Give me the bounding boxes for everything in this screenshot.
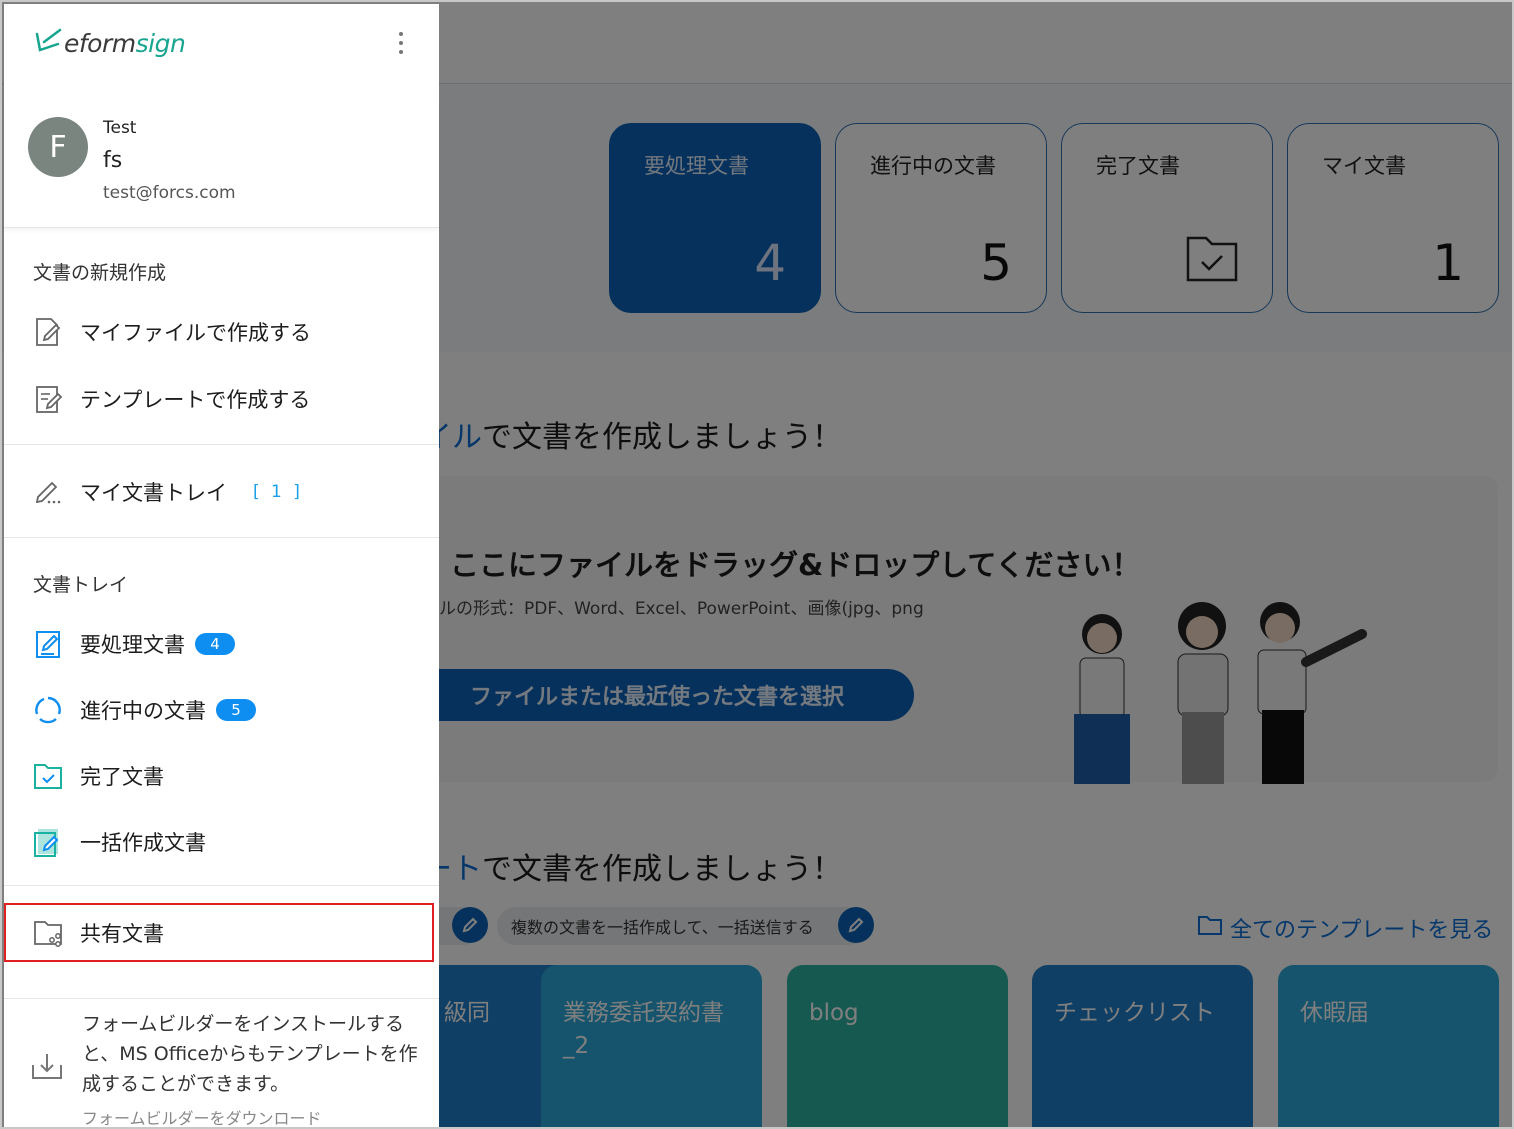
menu-label: 一括作成文書 <box>80 831 206 855</box>
count-badge: 5 <box>216 699 256 721</box>
menu-label: 進行中の文書 <box>80 699 206 723</box>
menu-action-required[interactable]: 要処理文書 4 <box>28 624 235 664</box>
bulk-create-icon <box>28 822 68 862</box>
menu-create-from-my-file[interactable]: マイファイルで作成する <box>28 312 311 352</box>
form-builder-promo: フォームビルダーをインストールすると、MS Officeからもテンプレートを作成… <box>4 998 439 1127</box>
company-name: Test <box>103 118 137 138</box>
action-required-icon <box>28 624 68 664</box>
menu-in-progress[interactable]: 進行中の文書 5 <box>28 690 256 730</box>
shared-docs-highlight <box>4 903 434 962</box>
count-badge: 4 <box>195 633 235 655</box>
more-menu-icon[interactable] <box>396 32 406 58</box>
menu-label: テンプレートで作成する <box>80 388 311 412</box>
form-builder-download-link[interactable]: フォームビルダーをダウンロード <box>82 1105 322 1127</box>
form-builder-text: フォームビルダーをインストールすると、MS Officeからもテンプレートを作成… <box>82 1013 418 1095</box>
divider <box>4 444 439 445</box>
logo-text-eform: eform <box>64 28 136 58</box>
menu-bulk-created[interactable]: 一括作成文書 <box>28 822 206 862</box>
menu-completed[interactable]: 完了文書 <box>28 756 164 796</box>
user-profile: F Test fs test@forcs.com <box>4 100 439 228</box>
menu-label: マイ文書トレイ <box>80 481 227 505</box>
menu-label: 完了文書 <box>80 765 164 789</box>
pencil-dots-icon <box>28 472 68 512</box>
avatar[interactable]: F <box>28 117 88 177</box>
my-file-edit-icon <box>28 312 68 352</box>
completed-folder-icon <box>28 756 68 796</box>
logo-mark-icon <box>34 28 62 58</box>
in-progress-icon <box>28 690 68 730</box>
download-icon <box>30 1051 64 1085</box>
divider <box>4 885 439 886</box>
app-window: 要処理文書 4 進行中の文書 5 完了文書 マイ文書 1 イルで文書を作成しまし… <box>0 0 1514 1129</box>
eformsign-logo[interactable]: eformsign <box>34 28 186 58</box>
user-name: fs <box>103 148 123 173</box>
menu-my-doc-tray[interactable]: マイ文書トレイ [ 1 ] <box>28 472 303 512</box>
user-email: test@forcs.com <box>103 183 236 203</box>
doc-tray-section-title: 文書トレイ <box>33 574 129 596</box>
menu-label: マイファイルで作成する <box>80 321 311 345</box>
menu-create-from-template[interactable]: テンプレートで作成する <box>28 379 310 419</box>
menu-label: 要処理文書 <box>80 633 185 657</box>
template-edit-icon <box>28 379 68 419</box>
new-doc-section-title: 文書の新規作成 <box>33 262 167 284</box>
divider <box>4 537 439 538</box>
logo-text-sign: sign <box>135 28 186 58</box>
tray-count: [ 1 ] <box>253 482 303 502</box>
